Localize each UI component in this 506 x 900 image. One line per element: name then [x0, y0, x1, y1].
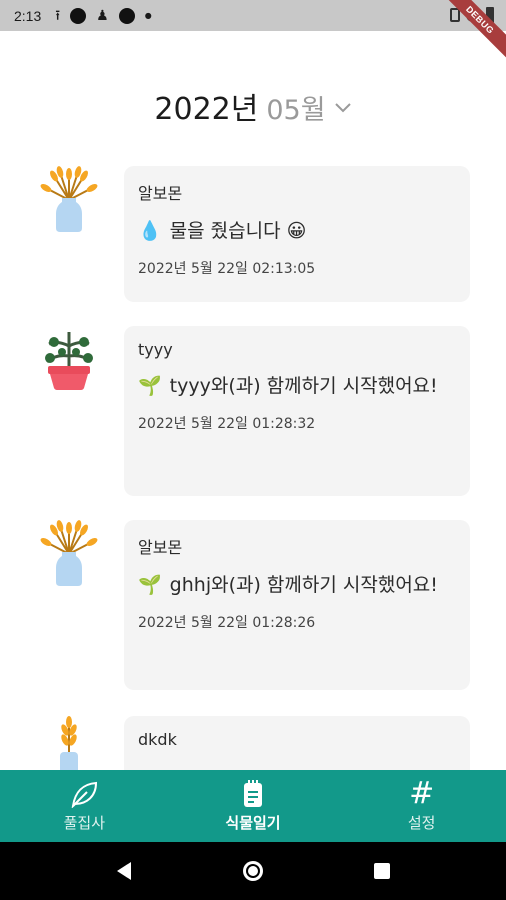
nav-label: 설정: [407, 813, 436, 832]
timestamp: 2022년 5월 22일 01:28:26: [138, 615, 316, 631]
diary-message: 🌱 ghhj와(과) 함께하기 시작했어요!: [138, 568, 456, 602]
notification-dot-icon: [70, 7, 87, 24]
status-bar: 2:13 ⭱ ♟ ● DEBUG: [0, 0, 506, 62]
accessibility-icon: ♟: [96, 7, 109, 24]
wheat-vase-icon: [40, 166, 98, 232]
recents-button[interactable]: [362, 851, 402, 891]
timestamp: 2022년 5월 22일 01:28:32: [138, 416, 316, 432]
month-label: 05월: [266, 95, 326, 126]
plant-name: 알보몬: [138, 184, 183, 203]
seedling-icon: 🌱: [138, 574, 162, 596]
nav-tab-plant-keeper[interactable]: 풀집사: [0, 770, 169, 842]
plant-name: 알보몬: [138, 538, 183, 557]
home-circle-icon: [242, 861, 263, 881]
nav-label: 식물일기: [225, 813, 281, 832]
diary-message: 🌱 tyyy와(과) 함께하기 시작했어요!: [138, 369, 456, 403]
message-text: tyyy와(과) 함께하기 시작했어요!: [169, 375, 438, 397]
diary-card[interactable]: 알보몬 🌱 ghhj와(과) 함께하기 시작했어요! 2022년 5월 22일 …: [124, 520, 470, 690]
notification-icons: ⭱ ♟ ●: [55, 7, 152, 24]
diary-card[interactable]: dkdk: [124, 716, 470, 770]
hash-icon: #: [409, 775, 435, 811]
message-text: ghhj와(과) 함께하기 시작했어요!: [169, 574, 438, 596]
more-dot-icon: ●: [144, 11, 152, 20]
wheat-vase-icon: [40, 520, 98, 586]
diary-card[interactable]: 알보몬 💧 물을 줬습니다 😀 2022년 5월 22일 02:13:05: [124, 166, 470, 302]
app-screen: 2022년 05월 알보몬 💧 물을 줬습니다 😀 2022년 5월 22일 0…: [0, 0, 506, 900]
leaf-icon: [69, 780, 99, 808]
message-text: 물을 줬습니다 😀: [169, 220, 307, 242]
back-button[interactable]: [104, 851, 144, 891]
home-button[interactable]: [233, 851, 273, 891]
system-nav-bar: [0, 842, 506, 900]
nav-tab-plant-diary[interactable]: 식물일기: [169, 770, 338, 842]
month-selector[interactable]: 2022년 05월: [0, 84, 506, 128]
timestamp: 2022년 5월 22일 02:13:05: [138, 261, 316, 277]
diary-card[interactable]: tyyy 🌱 tyyy와(과) 함께하기 시작했어요! 2022년 5월 22일…: [124, 326, 470, 496]
seedling-icon: 🌱: [138, 375, 162, 397]
plant-name: dkdk: [138, 730, 177, 749]
plant-name: tyyy: [138, 340, 173, 359]
recents-square-icon: [373, 863, 390, 879]
chevron-down-icon[interactable]: [334, 102, 352, 114]
back-triangle-icon: [117, 862, 132, 880]
nav-label: 풀집사: [63, 813, 106, 832]
bottom-nav: 풀집사 식물일기 # 설정: [0, 770, 506, 842]
status-time: 2:13: [14, 7, 42, 24]
year-label: 2022년: [154, 92, 259, 127]
notification-dot-icon: [118, 7, 135, 24]
upload-icon: ⭱: [55, 7, 61, 24]
potted-plant-icon: [45, 332, 93, 390]
nav-tab-settings[interactable]: # 설정: [337, 770, 506, 842]
notepad-icon: [242, 779, 264, 808]
wheat-bottle-icon: [60, 716, 78, 770]
water-drop-icon: 💧: [138, 220, 162, 242]
diary-message: 💧 물을 줬습니다 😀: [138, 214, 456, 248]
diary-feed[interactable]: 2022년 05월 알보몬 💧 물을 줬습니다 😀 2022년 5월 22일 0…: [0, 0, 506, 770]
